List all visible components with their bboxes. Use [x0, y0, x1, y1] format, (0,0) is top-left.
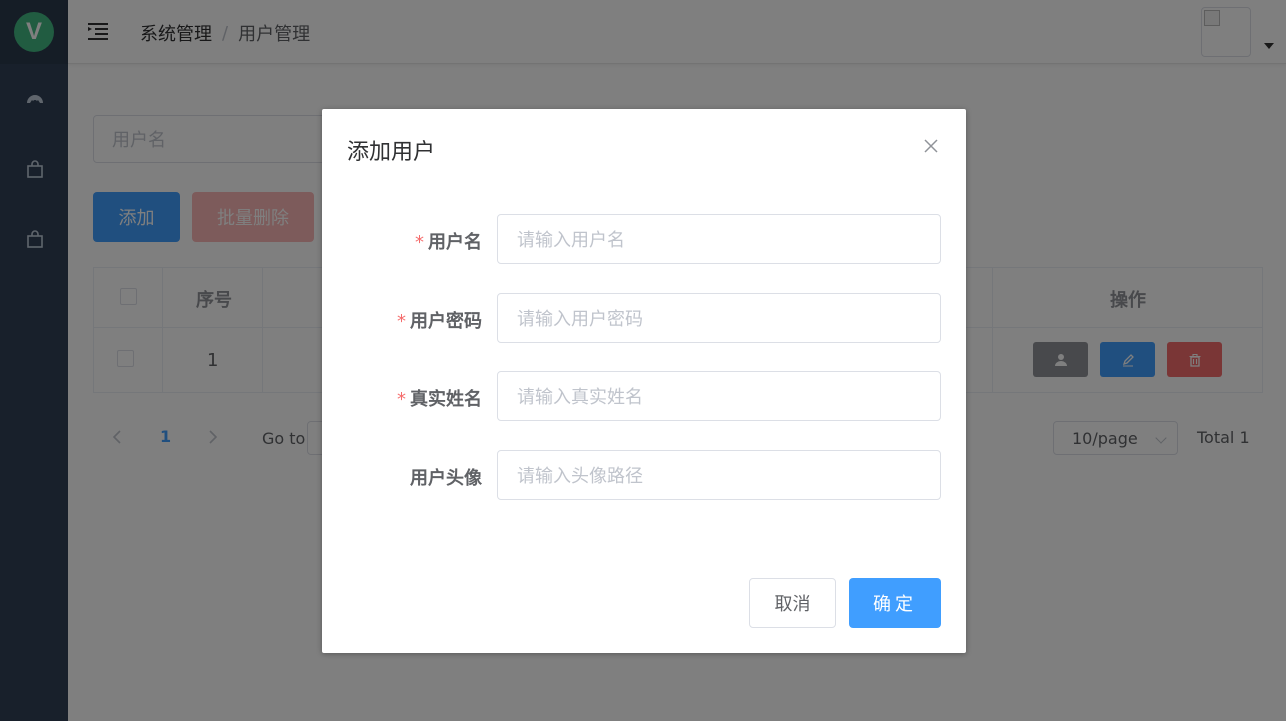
realname-field[interactable]: 请输入真实姓名: [497, 371, 941, 421]
username-field[interactable]: 请输入用户名: [497, 214, 941, 264]
cancel-button[interactable]: 取消: [749, 578, 836, 628]
dialog-title: 添加用户: [347, 140, 436, 165]
realname-label: * 真实姓名: [397, 389, 482, 410]
close-icon[interactable]: [922, 137, 940, 155]
avatar-path-field[interactable]: 请输入头像路径: [497, 450, 941, 500]
avatar-label: 用户头像: [410, 468, 482, 489]
password-field[interactable]: 请输入用户密码: [497, 293, 941, 343]
password-label: * 用户密码: [397, 311, 482, 332]
username-label: * 用户名: [415, 232, 482, 253]
confirm-button[interactable]: 确定: [849, 578, 941, 628]
add-user-dialog: 添加用户 * 用户名 请输入用户名 * 用户密码 请输入用户密码 * 真实姓名 请输入…: [322, 109, 966, 653]
